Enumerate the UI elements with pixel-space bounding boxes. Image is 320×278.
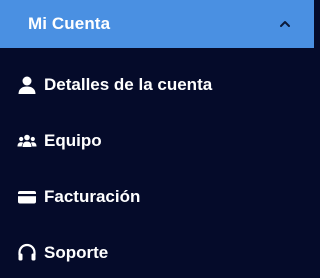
account-menu: Mi Cuenta Detalles de la cuenta Equipo F… (0, 0, 314, 278)
account-menu-toggle[interactable]: Mi Cuenta (0, 0, 314, 48)
menu-item-account-details[interactable]: Detalles de la cuenta (0, 63, 314, 107)
credit-card-icon (16, 186, 38, 208)
menu-item-label: Detalles de la cuenta (44, 75, 213, 94)
menu-item-label: Equipo (44, 131, 102, 150)
menu-item-billing[interactable]: Facturación (0, 175, 314, 219)
team-icon (16, 130, 38, 152)
menu-item-team[interactable]: Equipo (0, 119, 314, 163)
chevron-up-icon (280, 21, 290, 27)
headset-icon (16, 242, 38, 264)
menu-item-support[interactable]: Soporte (0, 231, 314, 275)
menu-item-label: Soporte (44, 243, 109, 262)
account-menu-title: Mi Cuenta (28, 14, 111, 33)
user-icon (16, 74, 38, 96)
menu-item-label: Facturación (44, 187, 141, 206)
